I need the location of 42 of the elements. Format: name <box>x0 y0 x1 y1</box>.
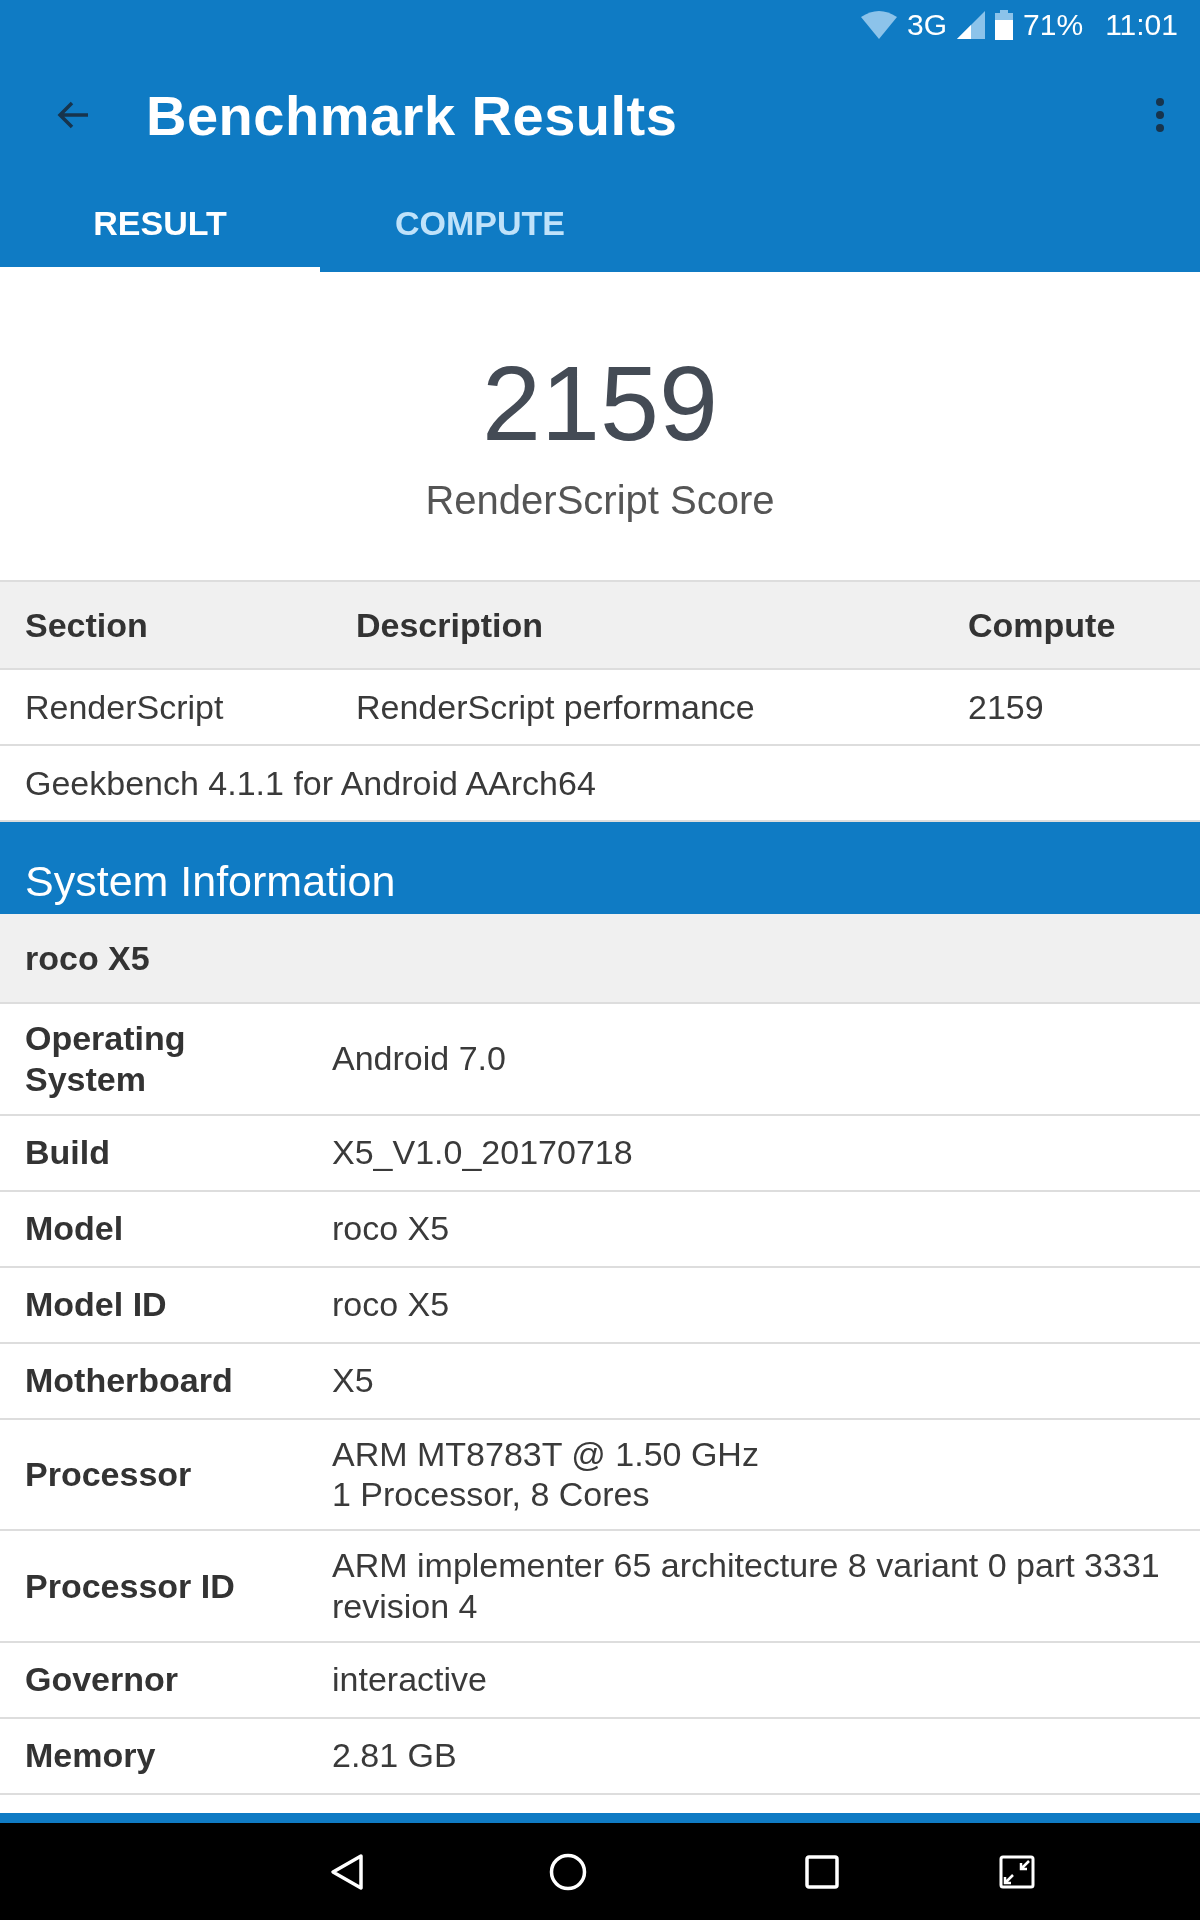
network-type: 3G <box>907 8 948 42</box>
info-label: Memory <box>25 1735 157 1777</box>
info-value: roco X5 <box>332 1208 451 1249</box>
info-label: Operating System <box>25 1018 187 1100</box>
resize-window-icon[interactable] <box>999 1854 1035 1889</box>
table-cell-text: RenderScript performance <box>356 686 756 728</box>
info-value: ARM MT8783T @ 1.50 GHz 1 Processor, 8 Cores <box>332 1433 760 1516</box>
info-value: ARM implementer 65 architecture 8 variant 0 part 3331 revision 4 <box>332 1545 1161 1627</box>
tab[interactable]: RESULT <box>0 180 320 272</box>
info-label: Model <box>25 1208 125 1249</box>
info-label: Processor <box>25 1454 193 1495</box>
info-label: Model ID <box>25 1284 168 1325</box>
info-value: interactive <box>332 1659 488 1701</box>
back-icon[interactable] <box>330 1852 364 1891</box>
clock-time: 11:01 <box>1105 8 1178 42</box>
table-cell-text: RenderScript <box>25 686 225 728</box>
info-label: Build <box>25 1132 111 1173</box>
info-label: Motherboard <box>25 1360 234 1401</box>
battery-level: 71% <box>1023 8 1084 42</box>
info-value: Android 7.0 <box>332 1038 507 1080</box>
column-header: Section <box>25 604 149 646</box>
recent-apps-icon[interactable] <box>805 1854 839 1889</box>
page-title: Benchmark Results <box>146 82 679 148</box>
battery-icon <box>995 10 1014 40</box>
info-value: X5_V1.0_20170718 <box>332 1132 634 1173</box>
info-value: roco X5 <box>332 1284 451 1325</box>
column-header: Compute <box>968 604 1117 646</box>
wifi-icon <box>861 11 898 39</box>
device-name: roco X5 <box>25 937 151 979</box>
info-label: Governor <box>25 1659 180 1701</box>
tab[interactable]: COMPUTE <box>320 180 640 272</box>
section-header: System Information <box>0 822 1200 914</box>
column-header: Description <box>356 604 545 646</box>
home-icon[interactable] <box>549 1852 587 1891</box>
table-cell-text: 2159 <box>968 686 1045 728</box>
info-label: Processor ID <box>25 1565 236 1607</box>
score-label: RenderScript Score <box>425 477 775 523</box>
version-note: Geekbench 4.1.1 for Android AArch64 <box>25 762 597 804</box>
info-value: 2.81 GB <box>332 1735 458 1777</box>
info-value: X5 <box>332 1360 375 1401</box>
signal-icon <box>957 11 986 39</box>
score-value: 2159 <box>482 349 718 456</box>
